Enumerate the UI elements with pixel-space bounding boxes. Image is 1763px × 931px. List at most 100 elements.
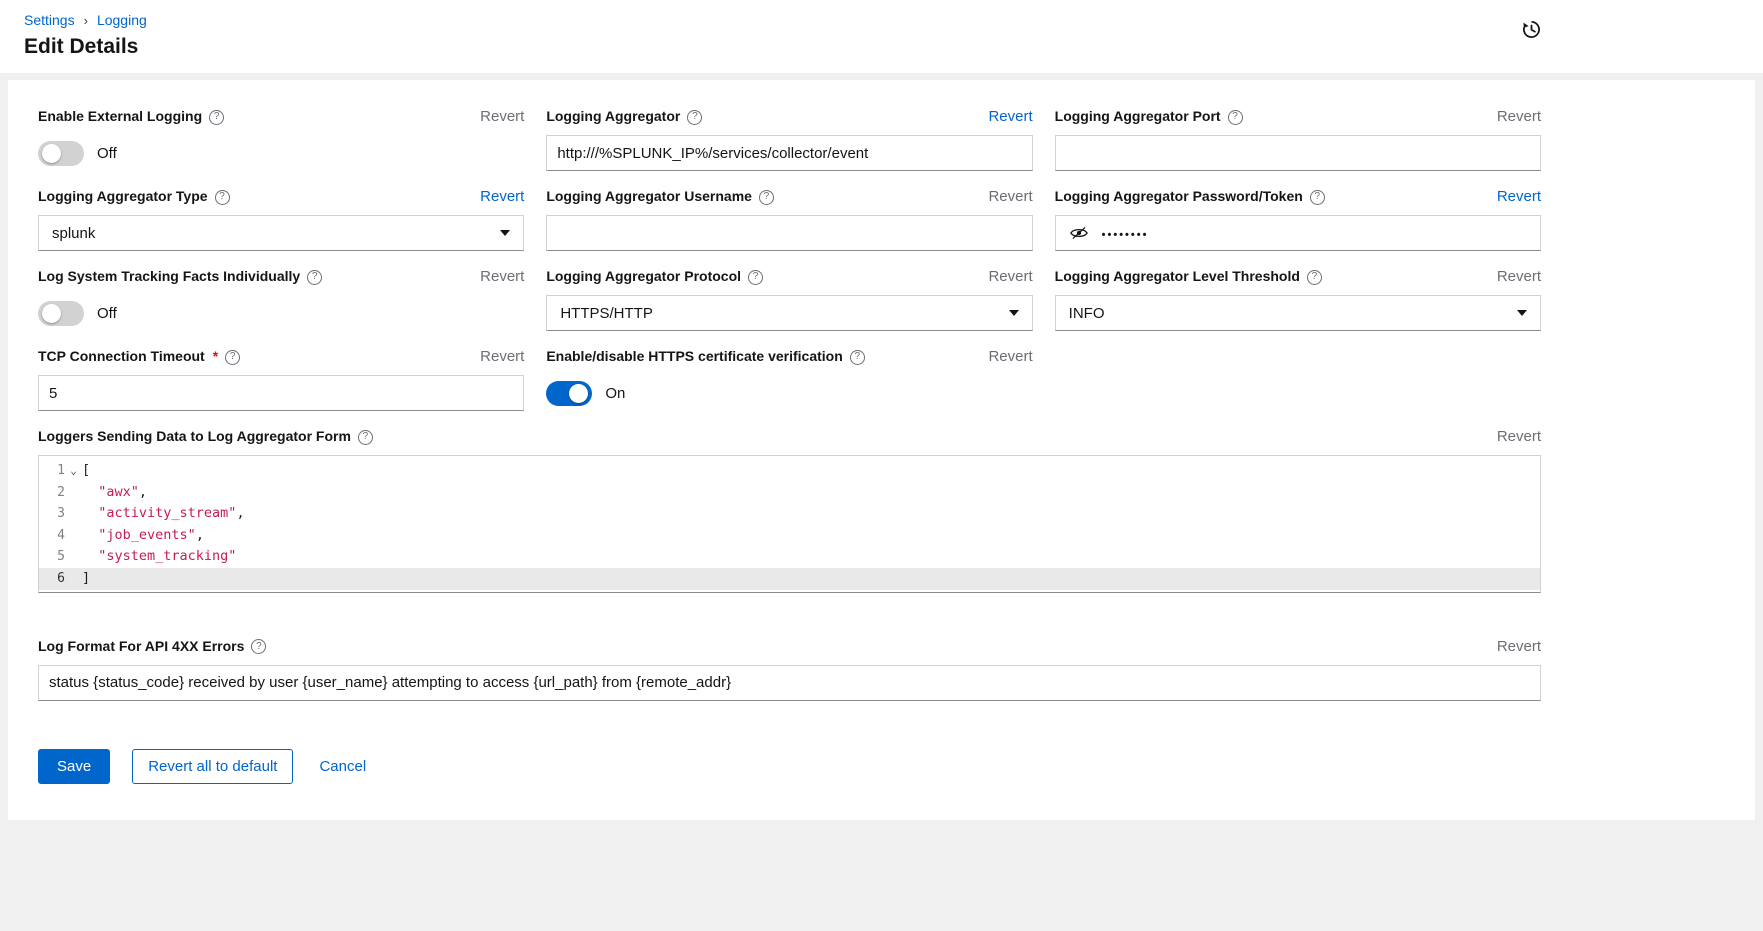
tcp-connection-timeout-input[interactable] (38, 375, 524, 411)
help-icon[interactable]: ? (748, 270, 763, 285)
logging-aggregator-username-input[interactable] (546, 215, 1032, 251)
label-text: Log Format For API 4XX Errors (38, 638, 244, 654)
revert-button: Revert (480, 108, 524, 125)
help-icon[interactable]: ? (850, 350, 865, 365)
label-text: Enable/disable HTTPS certificate verific… (546, 348, 842, 364)
line-number: 5 (39, 546, 65, 568)
revert-button: Revert (988, 188, 1032, 205)
label-text: TCP Connection Timeout (38, 348, 205, 364)
field-label: TCP Connection Timeout * ? (38, 348, 240, 364)
toggle-state-label: Off (97, 305, 117, 322)
editor-line-1[interactable]: 1⌄[ (39, 460, 1540, 482)
logging-aggregator-input[interactable] (546, 135, 1032, 171)
revert-button: Revert (480, 268, 524, 285)
page-header: Settings › Logging Edit Details (0, 0, 1763, 73)
code-text: "awx", (82, 482, 147, 504)
password-masked-value: •••••••• (1102, 226, 1149, 241)
editor-line-6[interactable]: 6] (39, 568, 1540, 590)
breadcrumb-separator: › (84, 13, 88, 28)
field-label: Logging Aggregator Port ? (1055, 108, 1243, 124)
toggle-knob (569, 384, 588, 403)
help-icon[interactable]: ? (215, 190, 230, 205)
revert-button[interactable]: Revert (1497, 188, 1541, 205)
help-icon[interactable]: ? (1310, 190, 1325, 205)
log-format-4xx-input[interactable] (38, 665, 1541, 701)
field-logging-aggregator-password: Logging Aggregator Password/Token ? Reve… (1055, 188, 1541, 251)
code-editor[interactable]: 1⌄[2 "awx",3 "activity_stream",4 "job_ev… (38, 455, 1541, 593)
help-icon[interactable]: ? (1307, 270, 1322, 285)
cancel-button[interactable]: Cancel (315, 750, 370, 783)
revert-all-button[interactable]: Revert all to default (132, 749, 293, 784)
field-label: Loggers Sending Data to Log Aggregator F… (38, 428, 373, 444)
field-label: Log System Tracking Facts Individually ? (38, 268, 322, 284)
breadcrumb-logging-link[interactable]: Logging (97, 12, 147, 28)
line-number: 6 (39, 568, 65, 590)
revert-button: Revert (988, 348, 1032, 365)
editor-line-5[interactable]: 5 "system_tracking" (39, 546, 1540, 568)
caret-down-icon (1009, 310, 1019, 316)
field-logging-aggregator-port: Logging Aggregator Port ? Revert (1055, 108, 1541, 171)
selected-value: INFO (1069, 305, 1105, 322)
fold-caret-icon[interactable]: ⌄ (65, 460, 82, 482)
help-icon[interactable]: ? (209, 110, 224, 125)
code-text: ] (82, 568, 90, 590)
help-icon[interactable]: ? (225, 350, 240, 365)
caret-down-icon (1517, 310, 1527, 316)
required-asterisk: * (213, 348, 218, 364)
logging-aggregator-level-select[interactable]: INFO (1055, 295, 1541, 331)
field-enable-external-logging: Enable External Logging ? Revert Off (38, 108, 524, 171)
editor-line-3[interactable]: 3 "activity_stream", (39, 503, 1540, 525)
label-text: Enable External Logging (38, 108, 202, 124)
history-icon (1522, 20, 1541, 39)
field-label: Enable/disable HTTPS certificate verific… (546, 348, 864, 364)
field-logging-aggregator-level: Logging Aggregator Level Threshold ? Rev… (1055, 268, 1541, 331)
field-loggers-sending-data: Loggers Sending Data to Log Aggregator F… (38, 428, 1541, 593)
log-system-tracking-toggle[interactable] (38, 301, 84, 326)
field-label: Logging Aggregator Username ? (546, 188, 774, 204)
revert-button[interactable]: Revert (480, 188, 524, 205)
field-log-system-tracking-facts: Log System Tracking Facts Individually ?… (38, 268, 524, 331)
revert-button: Revert (1497, 638, 1541, 655)
selected-value: splunk (52, 225, 95, 242)
field-https-cert-verification: Enable/disable HTTPS certificate verific… (546, 348, 1032, 411)
logging-aggregator-type-select[interactable]: splunk (38, 215, 524, 251)
field-label: Logging Aggregator Type ? (38, 188, 230, 204)
revert-button: Revert (480, 348, 524, 365)
label-text: Logging Aggregator Level Threshold (1055, 268, 1300, 284)
code-text: "activity_stream", (82, 503, 245, 525)
field-logging-aggregator-protocol: Logging Aggregator Protocol ? Revert HTT… (546, 268, 1032, 331)
logging-aggregator-password-field[interactable]: •••••••• (1055, 215, 1541, 251)
revert-button[interactable]: Revert (988, 108, 1032, 125)
selected-value: HTTPS/HTTP (560, 305, 653, 322)
help-icon[interactable]: ? (759, 190, 774, 205)
history-button[interactable] (1520, 18, 1543, 44)
label-text: Logging Aggregator Username (546, 188, 752, 204)
save-button[interactable]: Save (38, 749, 110, 784)
logging-aggregator-protocol-select[interactable]: HTTPS/HTTP (546, 295, 1032, 331)
enable-external-logging-toggle[interactable] (38, 141, 84, 166)
field-label: Logging Aggregator ? (546, 108, 702, 124)
show-password-button[interactable] (1056, 216, 1102, 250)
line-number: 2 (39, 482, 65, 504)
https-cert-verification-control: On (546, 375, 1032, 411)
help-icon[interactable]: ? (358, 430, 373, 445)
help-icon[interactable]: ? (1228, 110, 1243, 125)
help-icon[interactable]: ? (307, 270, 322, 285)
help-icon[interactable]: ? (251, 639, 266, 654)
https-cert-verification-toggle[interactable] (546, 381, 592, 406)
toggle-knob (42, 304, 61, 323)
field-label: Enable External Logging ? (38, 108, 224, 124)
field-logging-aggregator: Logging Aggregator ? Revert (546, 108, 1032, 171)
line-number: 1 (39, 460, 65, 482)
label-text: Logging Aggregator Port (1055, 108, 1221, 124)
logging-aggregator-port-input[interactable] (1055, 135, 1541, 171)
help-icon[interactable]: ? (687, 110, 702, 125)
editor-line-2[interactable]: 2 "awx", (39, 482, 1540, 504)
log-system-tracking-control: Off (38, 295, 524, 331)
editor-line-4[interactable]: 4 "job_events", (39, 525, 1540, 547)
field-label: Logging Aggregator Protocol ? (546, 268, 763, 284)
field-label: Logging Aggregator Password/Token ? (1055, 188, 1325, 204)
breadcrumb-settings-link[interactable]: Settings (24, 12, 75, 28)
caret-down-icon (500, 230, 510, 236)
label-text: Logging Aggregator (546, 108, 680, 124)
